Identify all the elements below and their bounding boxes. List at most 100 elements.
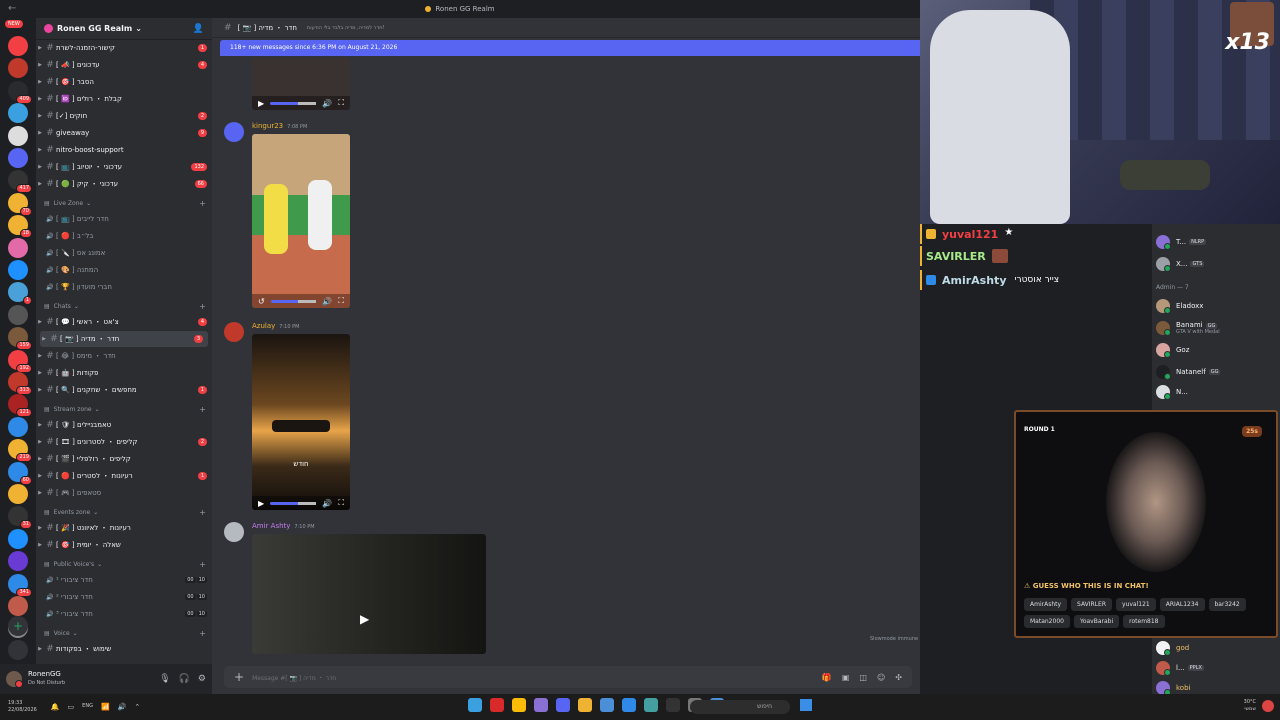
server-icon[interactable] <box>8 36 28 56</box>
fullscreen-icon[interactable]: ⛶ <box>338 98 344 108</box>
server-icon[interactable] <box>8 148 28 168</box>
new-badge[interactable]: NEW <box>5 20 23 28</box>
server-icon[interactable]: 60 <box>8 461 32 485</box>
wifi-icon[interactable]: 📶 <box>101 703 110 711</box>
add-attachment-icon[interactable]: + <box>234 670 244 684</box>
sidebar-item-channel[interactable]: ▶ #[ 🟢 ] עדכוני ・ קיק 66 <box>36 176 212 192</box>
member-item[interactable]: kobi <box>1156 678 1190 694</box>
seek-bar[interactable] <box>270 501 317 505</box>
headphones-icon[interactable]: 🎧 <box>179 674 190 684</box>
apps-icon[interactable]: ✣ <box>895 673 902 682</box>
discover-icon[interactable] <box>8 640 28 660</box>
gear-icon[interactable]: ⚙ <box>198 674 206 684</box>
feather-icon[interactable] <box>468 698 482 712</box>
steam-icon[interactable] <box>600 698 614 712</box>
avatar[interactable] <box>224 322 244 342</box>
microphone-icon[interactable]: 🎙 <box>159 674 170 684</box>
search-input[interactable]: חיפוש <box>690 700 790 714</box>
language-indicator[interactable]: ENG <box>82 703 93 711</box>
opera-icon[interactable] <box>490 698 504 712</box>
answer-chip[interactable]: YoavBarabi <box>1073 615 1120 628</box>
obs-icon[interactable] <box>534 698 548 712</box>
server-icon[interactable]: 313 <box>8 372 32 395</box>
sidebar-item-channel[interactable]: ▶ #[ 📺 ] עדכוני ・ יוטיוב 132 <box>36 159 212 175</box>
chrome-icon[interactable] <box>512 698 526 712</box>
sidebar-item-channel[interactable]: ▶ #[ 📷 ] חדר ・ מדיה 3 <box>40 331 208 347</box>
add-server-icon[interactable]: + <box>8 616 28 636</box>
category-header[interactable]: ▤ Chats ⌄ + <box>36 300 212 312</box>
answer-chip[interactable]: Matan2000 <box>1024 615 1070 628</box>
sidebar-item-channel[interactable]: ▶ #[ 🤖 ] פקודות <box>36 365 212 381</box>
sidebar-item-channel[interactable]: ▶ #[ 💬 ] צ'אט ・ ראשי 4 <box>36 314 212 330</box>
sidebar-item-channel[interactable]: ▶ #[ 🎮 ] סטאפים <box>36 485 212 501</box>
sidebar-item-channel[interactable]: 🔊[ 📺 ] חדר לייבים <box>36 211 212 227</box>
sidebar-item-channel[interactable]: ▶ #[ 🎯 ] הסבר <box>36 74 212 90</box>
volume-icon[interactable]: 🔊 <box>322 297 332 306</box>
user-info[interactable]: RonenGG Do Not Disturb <box>28 670 65 688</box>
category-header[interactable]: ▤ Voice ⌄ + <box>36 627 212 639</box>
message-author[interactable]: kingur23 <box>252 122 283 130</box>
video-attachment[interactable]: ▶ 🔊 ⛶ <box>252 58 350 110</box>
file-explorer-icon[interactable] <box>578 698 592 712</box>
sidebar-item-channel[interactable]: ▶ # giveaway 9 <box>36 125 212 141</box>
display-icon[interactable]: ▭ <box>68 703 75 711</box>
gift-icon[interactable]: 🎁 <box>822 673 832 682</box>
answer-chip[interactable]: ARIAL1234 <box>1159 598 1205 611</box>
back-icon[interactable]: ← <box>8 0 16 18</box>
server-icon[interactable]: 121 <box>8 394 32 418</box>
server-icon[interactable] <box>8 125 28 146</box>
avatar[interactable] <box>224 122 244 142</box>
server-icon[interactable] <box>8 58 28 79</box>
sidebar-item-channel[interactable]: ▶ #[ 🛡 ] טאמבניילים <box>36 417 212 433</box>
server-icon[interactable]: 417 <box>8 170 32 194</box>
sidebar-item-channel[interactable]: 🔊[ 🔪 ] אמונג אס <box>36 245 212 261</box>
sidebar-item-channel[interactable]: 🔊[ 🏆 ] חברי מועדון <box>36 279 212 295</box>
channel-topic[interactable]: חדר למדיה, מדיה בלבד בלי הודעות! <box>307 25 385 31</box>
category-header[interactable]: ▤ Public Voice's ⌄ + <box>36 558 212 570</box>
add-member-icon[interactable]: 👤 <box>193 24 204 34</box>
add-channel-icon[interactable]: + <box>199 560 206 569</box>
server-icon[interactable]: 1 <box>8 282 32 306</box>
sidebar-item-channel[interactable]: 🔊 חדר ציבורי ² 00 10 <box>36 589 212 605</box>
fullscreen-icon[interactable]: ⛶ <box>338 498 344 508</box>
photos-icon[interactable] <box>622 698 636 712</box>
add-channel-icon[interactable]: + <box>199 302 206 311</box>
server-icon[interactable] <box>8 260 28 280</box>
server-icon[interactable]: 409 <box>8 80 32 104</box>
windows-start-icon[interactable] <box>800 699 812 711</box>
member-item[interactable]: Eladoxx <box>1156 296 1203 316</box>
server-icon[interactable] <box>8 596 28 616</box>
sidebar-item-channel[interactable]: ▶ # שימוש ・ בפקודות <box>36 641 212 657</box>
answer-chip[interactable]: yuval121 <box>1116 598 1156 611</box>
answer-chip[interactable]: SAVIRLER <box>1071 598 1113 611</box>
sticker-icon[interactable]: ◫ <box>859 673 867 682</box>
server-icon[interactable]: 219 <box>8 439 32 463</box>
new-messages-bar[interactable]: 118+ new messages since 6:36 PM on Augus… <box>220 40 920 56</box>
sidebar-item-channel[interactable]: ▶ # [✓] חוקים 2 <box>36 108 212 124</box>
message-author[interactable]: Azulay <box>252 322 275 330</box>
member-item[interactable]: Goz <box>1156 340 1189 360</box>
answer-chip[interactable]: rotem818 <box>1123 615 1165 628</box>
message-input[interactable]: Message #[ 📷 ] חדר ・ מדיה <box>252 673 336 682</box>
member-item[interactable]: god <box>1156 638 1189 658</box>
server-icon[interactable]: 18 <box>8 215 32 239</box>
member-item[interactable]: N... <box>1156 382 1188 402</box>
sidebar-item-channel[interactable]: 🔊[ 🎨 ] המתנה <box>36 262 212 278</box>
server-icon[interactable] <box>8 528 28 549</box>
seek-bar[interactable] <box>270 101 317 105</box>
sidebar-item-channel[interactable]: ▶ #[ 📣 ] עדכונים 4 <box>36 57 212 73</box>
answer-chip[interactable]: AmirAshty <box>1024 598 1068 611</box>
server-icon[interactable] <box>8 416 28 437</box>
server-icon[interactable]: 70 <box>8 192 32 216</box>
fullscreen-icon[interactable]: ⛶ <box>338 296 344 306</box>
member-item[interactable]: X... GTS <box>1156 254 1205 274</box>
play-icon[interactable]: ▶ <box>258 99 264 108</box>
server-icon[interactable]: 341 <box>8 573 32 597</box>
play-icon[interactable]: ▶ <box>258 499 264 508</box>
sidebar-item-channel[interactable]: 🔊 חדר ציבורי ¹ 00 10 <box>36 572 212 588</box>
category-header[interactable]: ▤ Live Zone ⌄ + <box>36 197 212 209</box>
server-icon[interactable] <box>8 237 28 258</box>
gif-icon[interactable]: ▣ <box>842 673 850 682</box>
discord-icon[interactable] <box>556 698 570 712</box>
member-item[interactable]: l... PPLX <box>1156 658 1204 678</box>
